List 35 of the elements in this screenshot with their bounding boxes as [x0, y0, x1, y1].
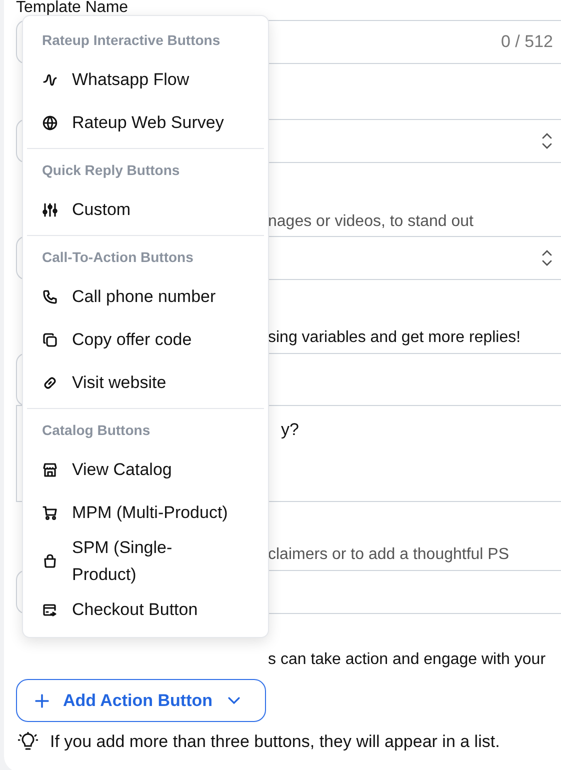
card-icon	[42, 602, 58, 618]
menu-item[interactable]: Visit website	[27, 361, 264, 404]
menu-item[interactable]: SPM (Single-Product)	[27, 534, 264, 588]
character-counter: 0 / 512	[501, 32, 553, 52]
text-value: y?	[281, 420, 299, 440]
flow-icon	[42, 72, 58, 88]
menu-item[interactable]: View Catalog	[27, 448, 264, 491]
menu-item[interactable]: Copy offer code	[27, 318, 264, 361]
menu-item[interactable]: Call phone number	[27, 275, 264, 318]
menu-section-header: Call-To-Action Buttons	[41, 248, 194, 267]
add-action-button[interactable]: Add Action Button	[16, 679, 266, 722]
menu-section-header: Catalog Buttons	[41, 421, 152, 440]
description-text: s can take action and engage with your	[268, 651, 546, 669]
helper-text: claimers or to add a thoughtful PS	[268, 546, 510, 564]
copy-icon	[42, 332, 58, 348]
bag-icon	[42, 553, 58, 569]
field-label: Template Name	[16, 0, 128, 15]
chevron-up-down-icon	[541, 249, 553, 267]
tip-text: If you add more than three buttons, they will appear in a list.	[50, 732, 500, 752]
menu-item[interactable]: Checkout Button	[27, 588, 264, 631]
chevron-up-down-icon	[541, 132, 553, 150]
menu-item[interactable]: Custom	[27, 188, 264, 231]
plus-icon	[35, 694, 49, 708]
description-text: sing variables and get more replies!	[268, 329, 521, 347]
helper-text: nages or videos, to stand out	[268, 213, 474, 231]
menu-section-header: Quick Reply Buttons	[41, 161, 181, 180]
menu-item[interactable]: Rateup Web Survey	[27, 101, 264, 144]
globe-icon	[42, 114, 58, 130]
sliders-icon	[42, 202, 58, 218]
store-icon	[42, 462, 58, 478]
phone-icon	[42, 288, 58, 304]
lightbulb-icon	[18, 732, 38, 752]
link-icon	[42, 374, 58, 390]
cart-icon	[42, 504, 58, 520]
menu-section-header: Rateup Interactive Buttons	[41, 31, 222, 50]
